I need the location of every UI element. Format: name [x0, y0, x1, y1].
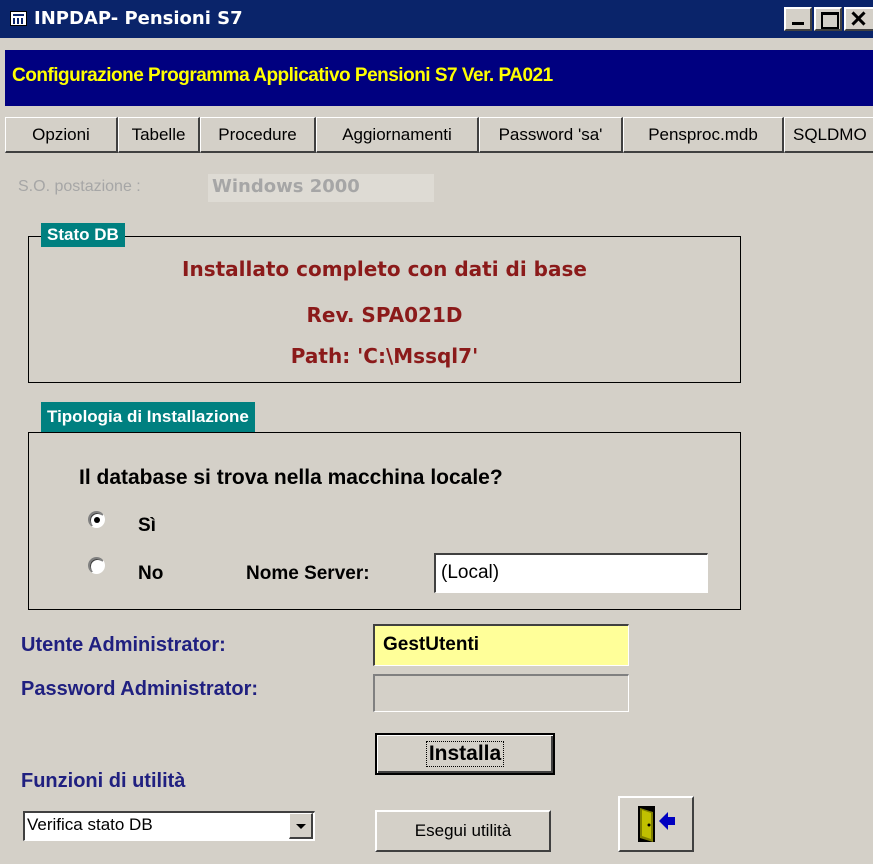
- utility-functions-label: Funzioni di utilità: [21, 770, 186, 792]
- installa-button[interactable]: Installa: [375, 733, 555, 775]
- so-label: S.O. postazione :: [18, 178, 141, 195]
- window-title: INPDAP- Pensioni S7: [34, 8, 243, 29]
- admin-user-label: Utente Administrator:: [21, 634, 226, 656]
- stato-db-revision: Rev. SPA021D: [306, 303, 463, 327]
- exit-door-icon: [638, 806, 675, 842]
- radio-no-label[interactable]: No: [138, 563, 163, 585]
- stato-db-title: Stato DB: [41, 223, 125, 247]
- server-name-label: Nome Server:: [246, 563, 370, 584]
- tab-opzioni[interactable]: Opzioni: [5, 117, 118, 153]
- access-form-icon: [10, 11, 27, 26]
- so-value: Windows 2000: [208, 174, 434, 202]
- tab-procedure[interactable]: Procedure: [200, 117, 316, 153]
- admin-user-input[interactable]: GestUtenti: [373, 624, 629, 666]
- stato-db-path: Path: 'C:\Mssql7': [290, 344, 479, 368]
- esegui-button-label: Esegui utilità: [414, 821, 512, 840]
- admin-password-label: Password Administrator:: [21, 678, 259, 700]
- tab-aggiornamenti[interactable]: Aggiornamenti: [316, 117, 479, 153]
- chevron-down-icon: [296, 824, 306, 829]
- installa-button-label: Installa: [425, 741, 505, 767]
- stato-db-status: Installato completo con dati di base: [182, 257, 587, 281]
- radio-si-label[interactable]: Sì: [138, 515, 156, 537]
- tipologia-title: Tipologia di Installazione: [41, 402, 255, 432]
- close-button[interactable]: [844, 7, 873, 31]
- radio-selected-dot: [94, 517, 100, 523]
- minimize-button[interactable]: [784, 7, 812, 31]
- tab-pensproc-mdb[interactable]: Pensproc.mdb: [623, 117, 784, 153]
- esegui-utilita-button[interactable]: Esegui utilità: [375, 810, 551, 852]
- admin-password-input[interactable]: [373, 674, 629, 712]
- tab-password-sa[interactable]: Password 'sa': [479, 117, 623, 153]
- local-db-question: Il database si trova nella macchina loca…: [79, 466, 503, 489]
- utility-select-value[interactable]: Verifica stato DB: [27, 815, 153, 835]
- radio-no[interactable]: [88, 557, 105, 574]
- maximize-button[interactable]: [814, 7, 842, 31]
- tab-tabelle[interactable]: Tabelle: [118, 117, 200, 153]
- menu-tabs: Opzioni Tabelle Procedure Aggiornamenti …: [5, 117, 873, 153]
- exit-button[interactable]: [618, 796, 694, 852]
- header-title: Configurazione Programma Applicativo Pen…: [12, 65, 553, 86]
- tab-sqldmo[interactable]: SQLDMO: [784, 117, 873, 153]
- server-name-input[interactable]: (Local): [434, 553, 708, 593]
